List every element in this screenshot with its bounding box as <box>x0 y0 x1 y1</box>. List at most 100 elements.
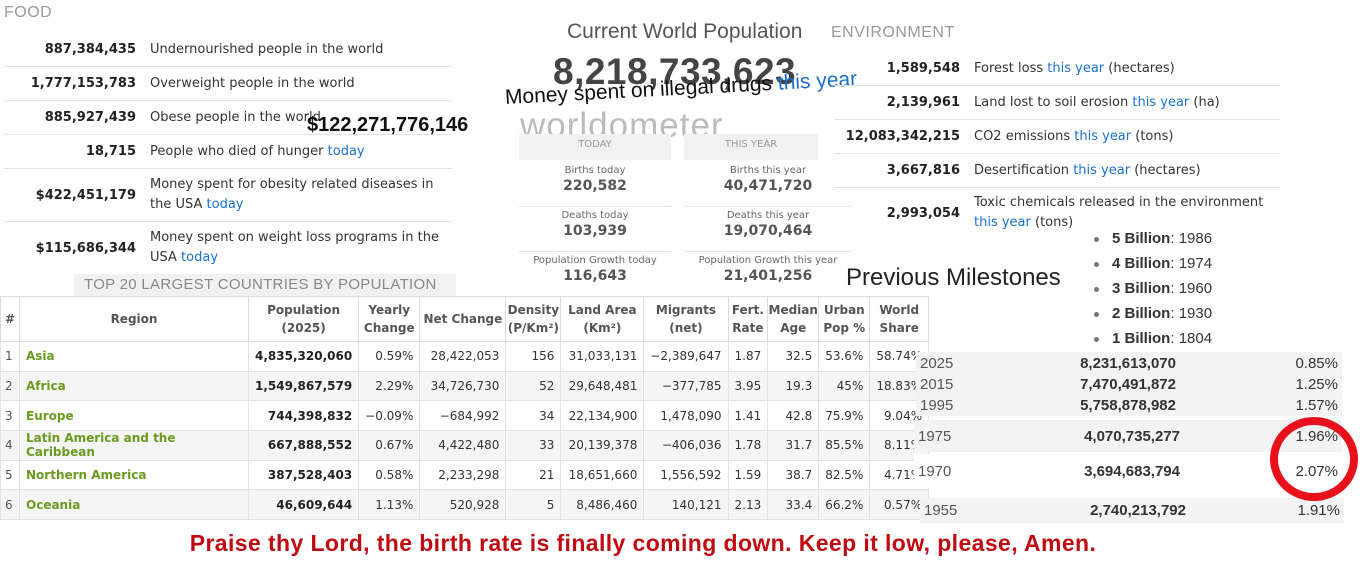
col-header[interactable]: Population (2025) <box>247 296 360 342</box>
illegal-drugs-value: $122,271,776,146 <box>307 114 469 136</box>
this-year-link[interactable]: this year <box>974 215 1031 230</box>
today-link[interactable]: today <box>328 144 365 159</box>
table-cell: 3.95 <box>727 370 769 402</box>
col-header[interactable]: World Share <box>869 296 930 342</box>
env-value: 12,083,342,215 <box>845 129 960 144</box>
table-cell: −377,785 <box>643 370 729 402</box>
environment-row: 2,139,961 Land lost to soil erosion this… <box>834 86 1280 120</box>
today-link[interactable]: today <box>181 250 218 265</box>
table-cell: 667,888,552 <box>247 430 360 461</box>
history-row: 1955 2,740,213,792 1.91% <box>920 498 1344 523</box>
col-header[interactable]: Migrants (net) <box>643 296 729 342</box>
stat-label: Population Growth this year <box>698 255 838 266</box>
region-link[interactable]: Latin America and the Caribbean <box>19 430 249 461</box>
current-population-title: Current World Population <box>567 20 803 43</box>
region-link[interactable]: Northern America <box>19 459 249 491</box>
food-label: Undernourished people in the world <box>150 41 384 57</box>
table-cell: 34,726,730 <box>419 370 507 402</box>
milestone-label: 3 Billion <box>1112 280 1171 297</box>
table-cell: 1,549,867,579 <box>247 370 360 402</box>
environment-row: 1,589,548 Forest loss this year (hectare… <box>834 52 1280 86</box>
this-year-link[interactable]: this year <box>1132 95 1189 110</box>
region-link[interactable]: Asia <box>19 341 249 372</box>
table-row: 6 Oceania 46,609,644 1.13% 520,928 5 8,486,460… <box>0 489 930 521</box>
milestone-year: 1930 <box>1178 305 1213 322</box>
region-link[interactable]: Oceania <box>19 489 249 521</box>
milestones-list: 5 Billion: 1986 4 Billion: 1974 3 Billio… <box>1094 226 1212 351</box>
history-year: 1975 <box>918 427 952 445</box>
history-population: 5,758,878,982 <box>1080 397 1176 414</box>
table-cell: 53.6% <box>818 341 871 372</box>
table-cell: 38.7 <box>767 459 820 491</box>
table-cell: −406,036 <box>643 430 729 461</box>
stat-label: Deaths today <box>561 210 629 221</box>
births-year-stat: Births this year 40,471,720 <box>684 165 852 207</box>
table-cell: −2,389,647 <box>643 341 729 372</box>
env-unit: (hectares) <box>1134 162 1201 178</box>
table-row: 2 Africa 1,549,867,579 2.29% 34,726,730 52 29,… <box>0 370 930 402</box>
table-row: 1 Asia 4,835,320,060 0.59% 28,422,053 156 31,0… <box>0 341 930 372</box>
stat-value: 21,401,256 <box>723 268 813 284</box>
table-cell: 156 <box>505 341 562 372</box>
region-link[interactable]: Africa <box>19 370 249 402</box>
milestone-label: 4 Billion <box>1112 255 1171 272</box>
table-cell: 42.8 <box>767 400 820 432</box>
table-cell: 31.7 <box>767 430 820 461</box>
table-cell: 82.5% <box>818 459 871 491</box>
history-population: 3,694,683,794 <box>1084 462 1180 480</box>
col-header[interactable]: # <box>0 296 20 342</box>
table-cell: 34 <box>505 400 562 432</box>
milestone-item: 2 Billion: 1930 <box>1094 301 1212 326</box>
tab-today[interactable]: TODAY <box>519 134 671 160</box>
table-header-row: # Region Population (2025) Yearly Change… <box>0 296 930 342</box>
milestone-year: 1960 <box>1178 280 1213 297</box>
col-header[interactable]: Net Change <box>419 296 507 342</box>
food-row: 18,715 People who died of hunger today <box>4 135 452 169</box>
caption-banner: Praise thy Lord, the birth rate is final… <box>189 530 1097 556</box>
env-unit: (ha) <box>1193 94 1220 110</box>
env-label: Land lost to soil erosion <box>974 94 1129 110</box>
this-year-link[interactable]: this year <box>1073 163 1130 178</box>
stat-label: Deaths this year <box>726 210 810 221</box>
col-header[interactable]: Region <box>19 296 249 342</box>
milestone-year: 1974 <box>1178 255 1213 272</box>
table-cell: 2,233,298 <box>419 459 507 491</box>
food-label: Overweight people in the world <box>150 75 355 91</box>
table-row: 5 Northern America 387,528,403 0.58% 2,233,2… <box>0 459 930 491</box>
this-year-link[interactable]: this year <box>1074 129 1131 144</box>
table-row: 3 Europe 744,398,832 −0.09% −684,992 34 22,134… <box>0 400 930 432</box>
col-header[interactable]: Fert. Rate <box>727 296 769 342</box>
history-population: 8,231,613,070 <box>1080 354 1176 372</box>
table-cell: 387,528,403 <box>247 459 360 491</box>
births-today-stat: Births today 220,582 <box>519 165 671 207</box>
env-value: 3,667,816 <box>886 163 960 178</box>
today-link[interactable]: today <box>207 197 244 212</box>
deaths-today-stat: Deaths today 103,939 <box>519 210 671 252</box>
milestone-item: 1 Billion: 1804 <box>1094 326 1212 351</box>
stat-value: 220,582 <box>563 178 627 194</box>
col-header[interactable]: Median Age <box>767 296 820 342</box>
table-cell: 2.13 <box>727 489 769 521</box>
table-cell: 28,422,053 <box>419 341 507 372</box>
col-header[interactable]: Urban Pop % <box>818 296 871 342</box>
milestone-item: 5 Billion: 1986 <box>1094 226 1212 251</box>
region-link[interactable]: Europe <box>19 400 249 432</box>
food-value: 18,715 <box>85 144 136 159</box>
environment-header: ENVIRONMENT <box>831 24 955 41</box>
this-year-link[interactable]: this year <box>1047 61 1104 76</box>
growth-today-stat: Population Growth today 116,643 <box>519 255 671 291</box>
region-table: # Region Population (2025) Yearly Change… <box>0 296 930 521</box>
table-cell: 1.41 <box>727 400 769 432</box>
food-value: $115,686,344 <box>35 240 136 256</box>
history-population: 7,470,491,872 <box>1080 376 1176 393</box>
environment-row: 3,667,816 Desertification this year (hec… <box>834 154 1280 188</box>
env-label: Toxic chemicals released in the environm… <box>974 195 1264 210</box>
tab-this-year[interactable]: THIS YEAR <box>684 134 818 160</box>
stat-value: 40,471,720 <box>723 178 813 194</box>
col-header[interactable]: Density (P/Km²) <box>505 296 562 342</box>
col-header[interactable]: Land Area (Km²) <box>560 296 645 342</box>
history-growth: 1.57% <box>1295 397 1338 414</box>
table-cell: 33.4 <box>767 489 820 521</box>
col-header[interactable]: Yearly Change <box>358 296 421 342</box>
table-cell: 20,139,378 <box>560 430 645 461</box>
